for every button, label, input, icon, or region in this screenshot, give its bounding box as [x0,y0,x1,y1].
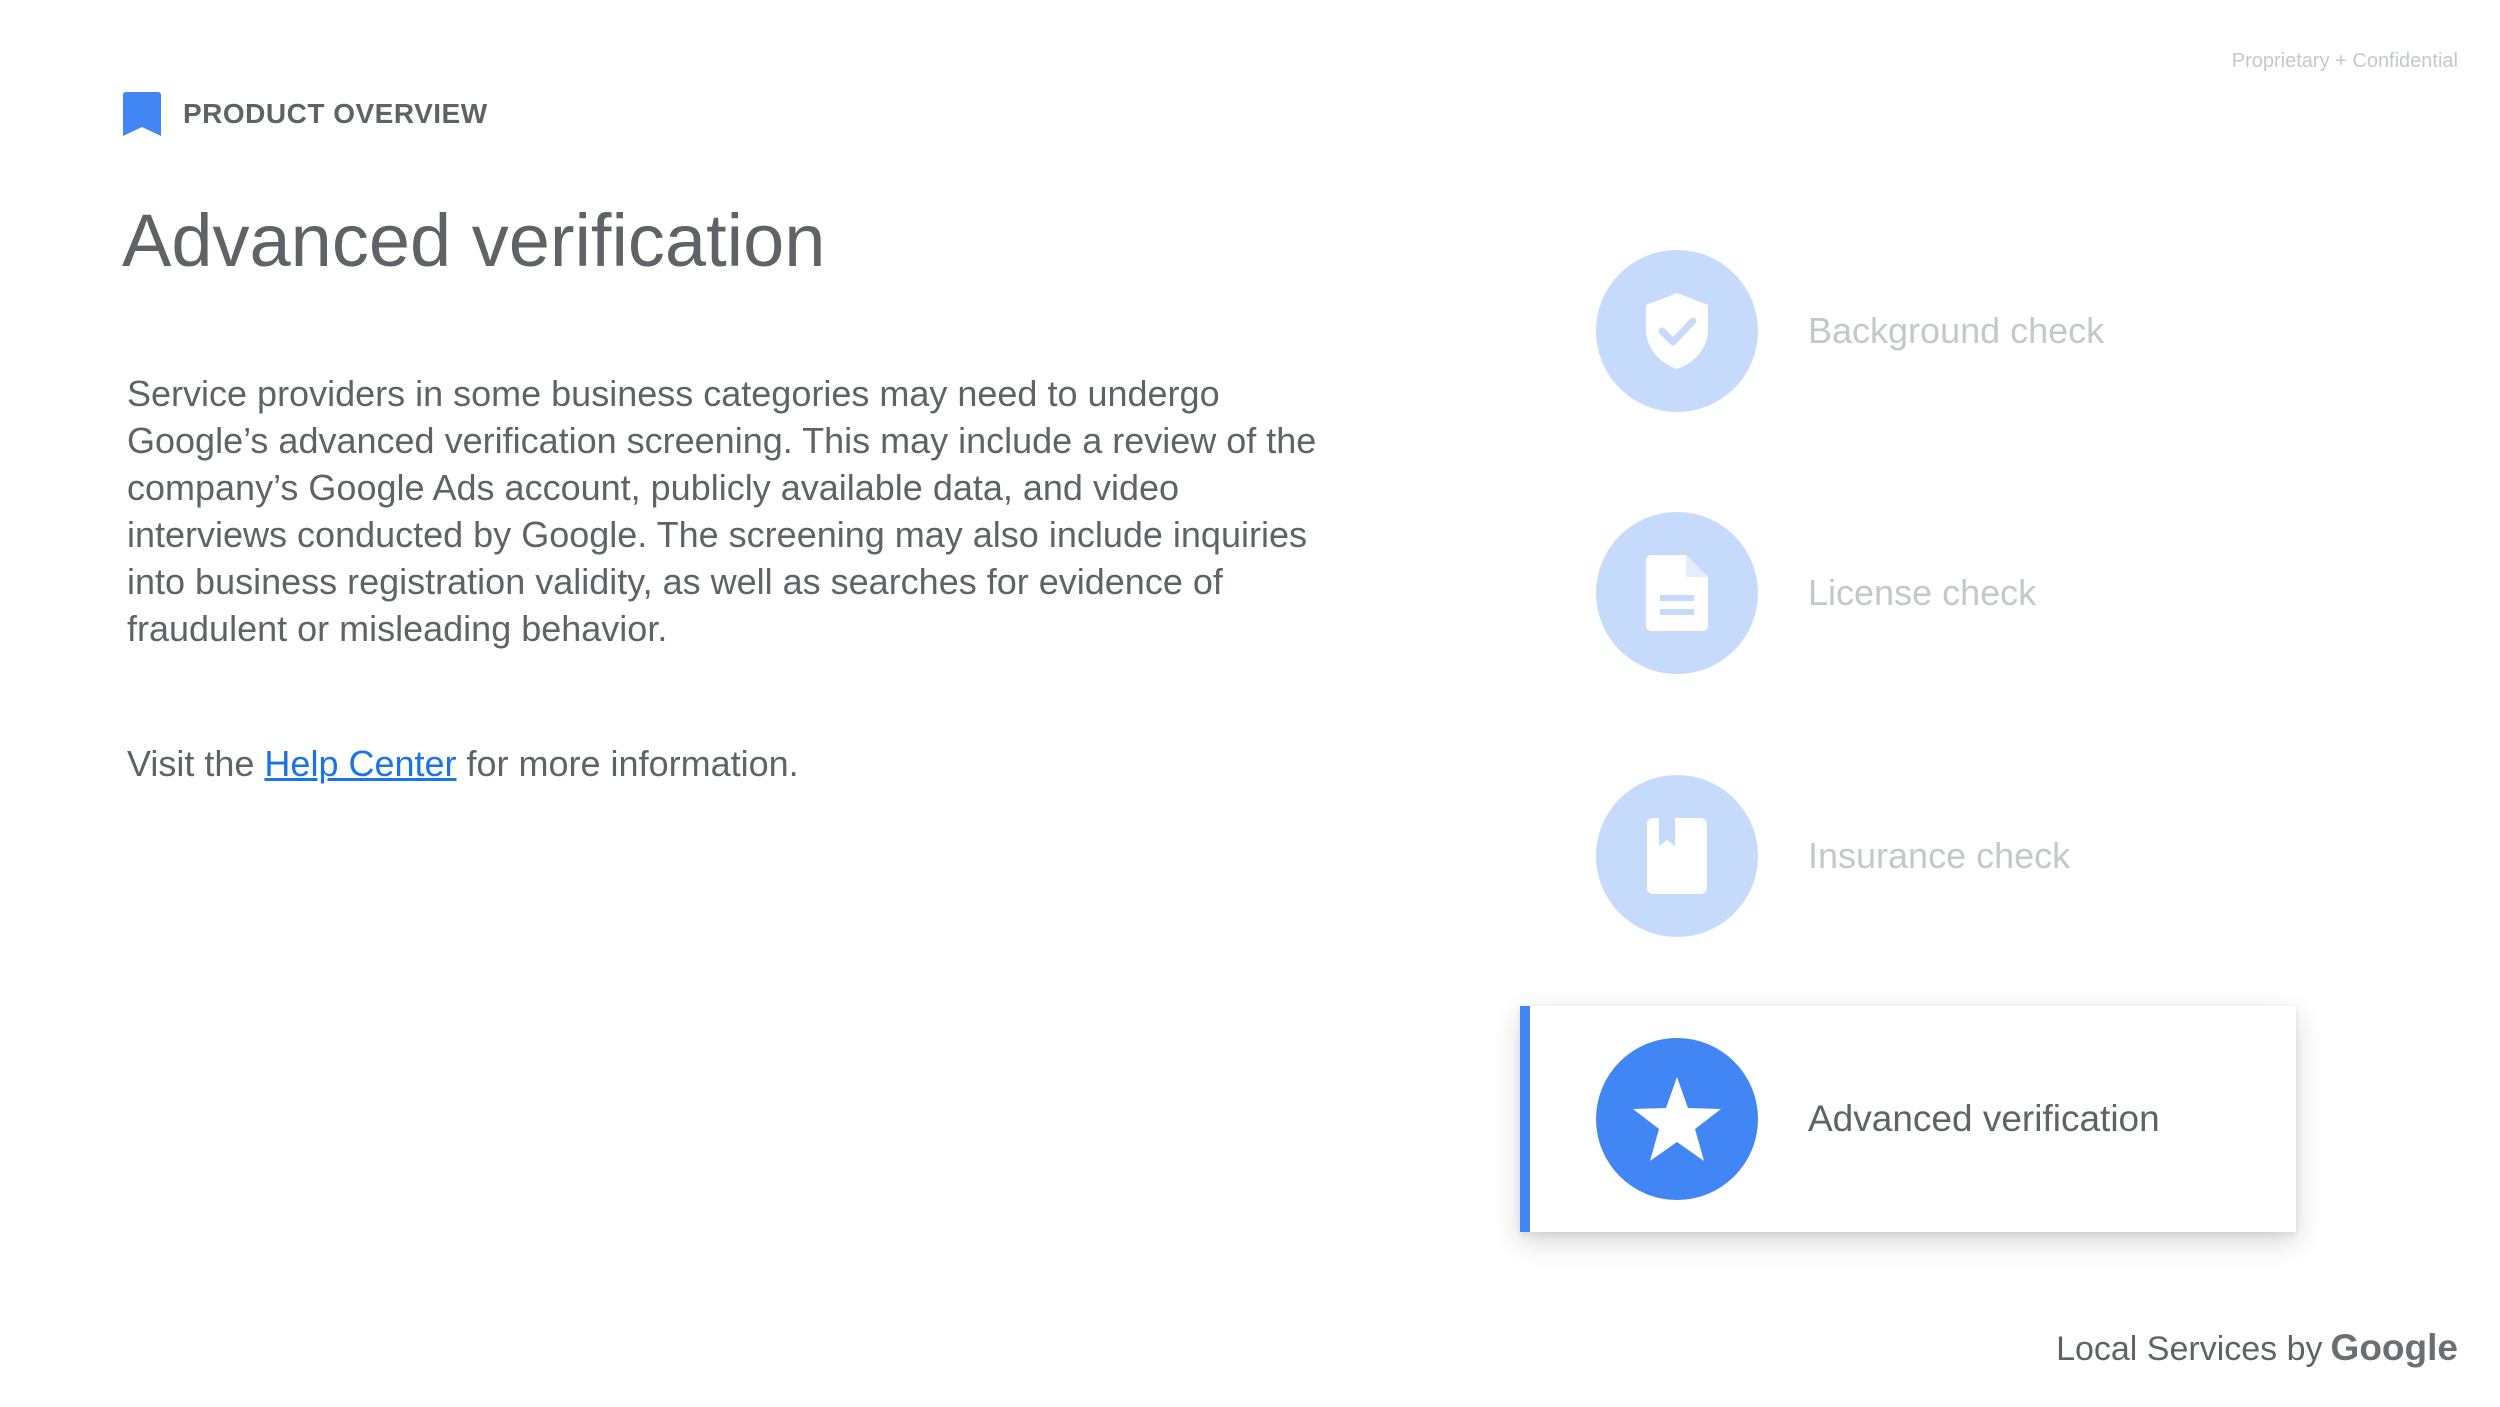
eyebrow-text: PRODUCT OVERVIEW [183,98,488,129]
star-icon [1633,1077,1721,1161]
google-logo: Google [2330,1327,2458,1368]
checklist-label: License check [1808,572,2037,613]
license-check-badge [1596,512,1758,674]
checklist-label: Background check [1808,310,2105,351]
checklist-item-advanced-verification: Advanced verification [1596,1038,2296,1200]
checklist-label: Advanced verification [1808,1098,2160,1139]
advanced-verification-badge [1596,1038,1758,1200]
section-eyebrow: PRODUCT OVERVIEW [123,92,488,136]
checklist-item-background-check: Background check [1596,250,2296,412]
shield-check-icon [1646,293,1708,369]
description-paragraph: Service providers in some business categ… [127,373,1317,649]
visit-suffix: for more information. [456,743,799,784]
book-icon [1647,818,1707,894]
help-center-link[interactable]: Help Center [264,743,456,784]
visit-prefix: Visit the [127,743,265,784]
page-title: Advanced verification [122,199,826,282]
footer-text: Local Services by [2056,1330,2323,1368]
bookmark-icon [123,92,161,136]
footer-branding: Local Services by Google [2056,1327,2458,1369]
confidential-label: Proprietary + Confidential [2231,50,2458,72]
help-center-line: Visit the Help Center for more informati… [127,740,799,787]
document-icon [1646,555,1708,631]
active-indicator [1520,1006,1530,1232]
checklist-item-insurance-check: Insurance check [1596,775,2296,937]
checklist-item-license-check: License check [1596,512,2296,674]
checklist-label: Insurance check [1808,835,2071,876]
background-check-badge [1596,250,1758,412]
insurance-check-badge [1596,775,1758,937]
